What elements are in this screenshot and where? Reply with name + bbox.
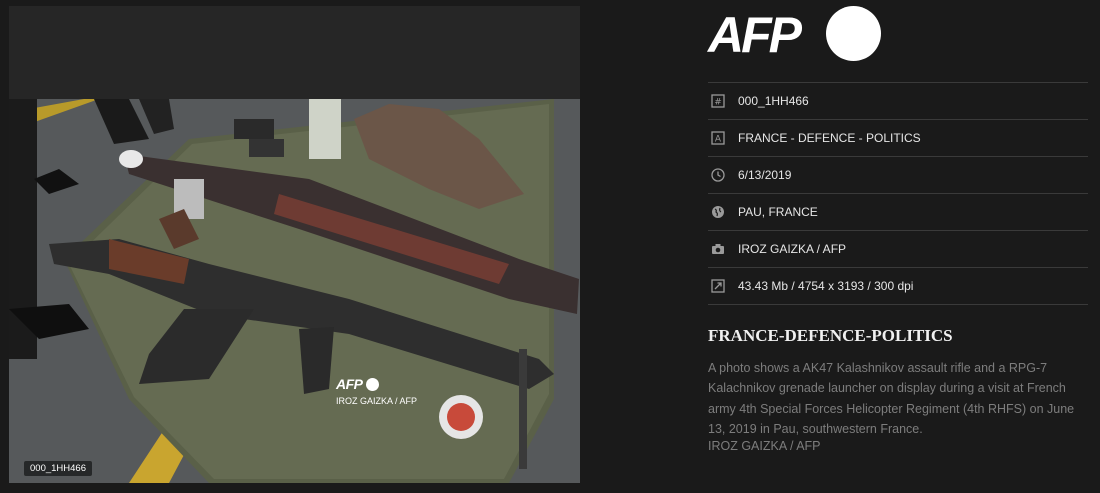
meta-file-info: 43.43 Mb / 4754 x 3193 / 300 dpi [738,279,914,293]
id-icon: # [710,94,725,109]
meta-row-credit: IROZ GAIZKA / AFP [708,230,1088,267]
meta-row-date: 6/13/2019 [708,156,1088,193]
photo-metadata: # 000_1HH466 A FRANCE - DEFENCE - POLITI… [708,82,1088,305]
logo-dot [826,6,881,61]
meta-row-location: PAU, FRANCE [708,193,1088,230]
photo-illustration [9,99,580,483]
camera-icon [710,242,725,257]
svg-text:#: # [714,98,722,108]
meta-title: FRANCE - DEFENCE - POLITICS [738,131,921,145]
meta-location: PAU, FRANCE [738,205,818,219]
meta-row-title: A FRANCE - DEFENCE - POLITICS [708,119,1088,156]
svg-text:A: A [714,135,721,145]
caption-icon: A [710,131,725,146]
watermark-logo: AFP [336,376,363,392]
photo-watermark: AFP IROZ GAIZKA / AFP [336,376,446,416]
watermark-credit: IROZ GAIZKA / AFP [336,396,418,406]
meta-row-file: 43.43 Mb / 4754 x 3193 / 300 dpi [708,267,1088,305]
globe-icon [710,205,725,220]
clock-icon [710,168,725,183]
logo-text: AFP [708,7,802,63]
photo-top-padding [9,6,580,99]
resize-icon [710,279,725,294]
photo-id-badge: 000_1HH466 [24,461,92,476]
meta-id: 000_1HH466 [738,94,809,108]
caption-body: A photo shows a AK47 Kalashnikov assault… [708,361,1075,436]
photo-viewer: AFP IROZ GAIZKA / AFP 000_1HH466 [9,6,580,483]
main-photo[interactable] [9,99,580,483]
meta-date: 6/13/2019 [738,168,792,182]
watermark-dot [366,378,379,391]
caption-credit: IROZ GAIZKA / AFP [708,439,821,453]
caption-headline: FRANCE-DEFENCE-POLITICS [708,326,953,345]
meta-row-id: # 000_1HH466 [708,82,1088,119]
meta-credit: IROZ GAIZKA / AFP [738,242,847,256]
